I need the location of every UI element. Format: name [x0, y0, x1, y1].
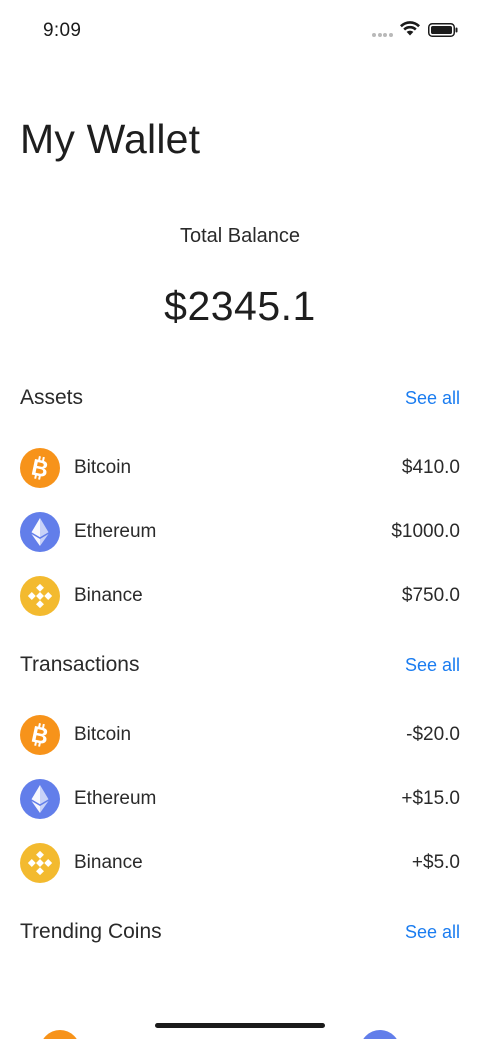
asset-row-binance[interactable]: Binance $750.0 — [20, 576, 460, 616]
bitcoin-icon: B — [20, 715, 60, 755]
home-indicator[interactable] — [155, 1023, 325, 1028]
wallet-screen: 9:09 My Wallet Total Balance $2345.1 Ass… — [0, 0, 480, 1039]
cellular-signal-icon — [372, 33, 394, 38]
bitcoin-icon: B — [20, 448, 60, 488]
asset-row-ethereum[interactable]: Ethereum $1000.0 — [20, 512, 460, 552]
assets-section-title: Assets — [20, 386, 84, 409]
transaction-amount: +$15.0 — [401, 788, 460, 809]
total-balance-label: Total Balance — [179, 225, 301, 247]
transactions-section-title: Transactions — [20, 653, 140, 676]
total-balance-value: $2345.1 — [164, 283, 316, 329]
assets-section-header: Assets See all — [20, 383, 460, 413]
status-time: 9:09 — [43, 20, 82, 41]
trending-bitcoin-icon[interactable] — [40, 1030, 80, 1039]
asset-amount: $1000.0 — [391, 521, 460, 542]
asset-amount: $410.0 — [401, 457, 460, 478]
transaction-row-bitcoin[interactable]: B Bitcoin -$20.0 — [20, 715, 460, 755]
trending-ethereum-icon[interactable] — [360, 1030, 400, 1039]
transactions-see-all-link[interactable]: See all — [405, 655, 460, 676]
transaction-name: Bitcoin — [74, 724, 132, 745]
transactions-section-header: Transactions See all — [20, 650, 460, 680]
asset-row-bitcoin[interactable]: B Bitcoin $410.0 — [20, 448, 460, 488]
trending-see-all-link[interactable]: See all — [405, 922, 460, 943]
binance-icon — [20, 576, 60, 616]
battery-icon — [428, 23, 458, 37]
trending-section-title: Trending Coins — [20, 920, 162, 943]
wifi-icon — [400, 21, 420, 36]
asset-amount: $750.0 — [401, 585, 460, 606]
asset-name: Bitcoin — [74, 457, 132, 478]
ethereum-icon — [20, 512, 60, 552]
transaction-row-binance[interactable]: Binance +$5.0 — [20, 843, 460, 883]
trending-section-header: Trending Coins See all — [20, 917, 460, 947]
binance-icon — [20, 843, 60, 883]
transaction-row-ethereum[interactable]: Ethereum +$15.0 — [20, 779, 460, 819]
transaction-name: Ethereum — [74, 788, 157, 809]
asset-name: Ethereum — [74, 521, 157, 542]
asset-name: Binance — [74, 585, 143, 606]
transaction-name: Binance — [74, 852, 143, 873]
status-bar: 9:09 — [0, 0, 480, 60]
ethereum-icon — [20, 779, 60, 819]
page-title: My Wallet — [20, 116, 201, 162]
assets-see-all-link[interactable]: See all — [405, 388, 460, 409]
transaction-amount: +$5.0 — [411, 852, 460, 873]
transaction-amount: -$20.0 — [406, 724, 460, 745]
